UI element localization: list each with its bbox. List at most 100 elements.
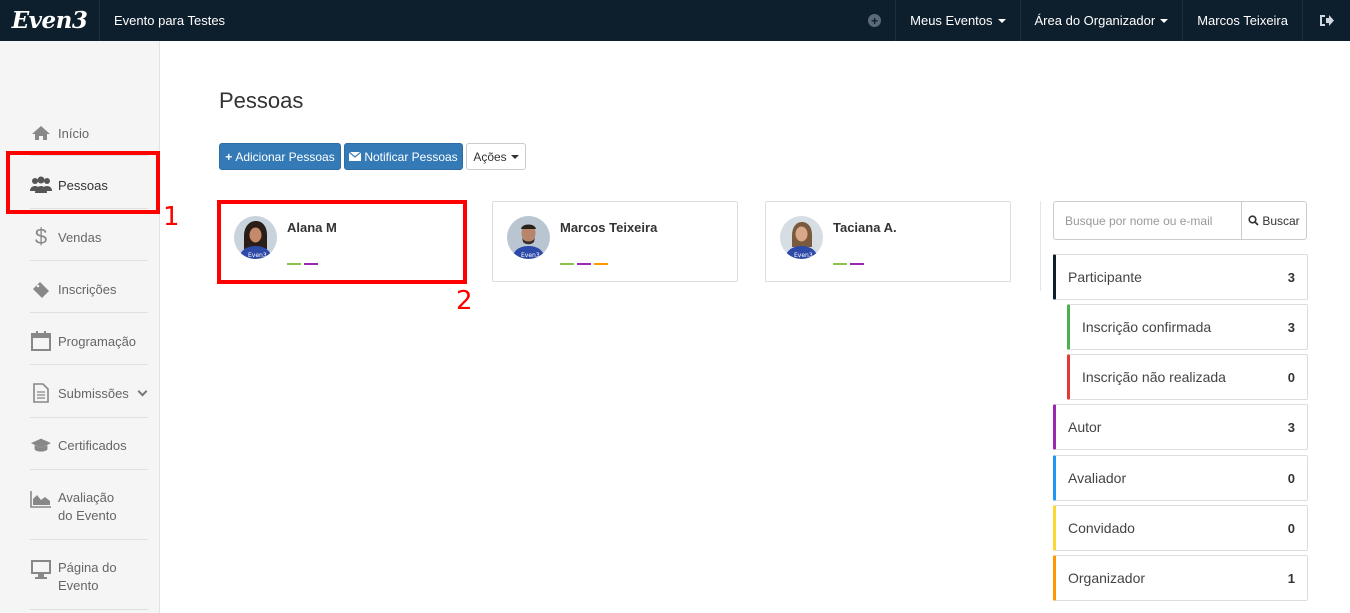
area-chart-icon	[30, 489, 52, 509]
even3-logo[interactable]: Even3	[0, 0, 100, 41]
filter-label: Inscrição confirmada	[1082, 319, 1212, 335]
sign-out-icon	[1320, 15, 1334, 26]
sidebar-item-inscricoes[interactable]: Inscrições	[30, 279, 148, 299]
sidebar-item-certificados[interactable]: Certificados	[30, 435, 148, 455]
sidebar-item-avaliacao[interactable]: Avaliação do Evento	[30, 489, 148, 525]
filter-label: Participante	[1068, 269, 1142, 285]
person-card[interactable]: Even3 Taciana A.	[765, 201, 1011, 282]
sidebar-divider	[30, 539, 148, 540]
user-menu[interactable]: Marcos Teixeira	[1182, 0, 1302, 41]
actions-dropdown[interactable]: Ações	[466, 143, 526, 170]
calendar-icon	[30, 331, 52, 351]
avatar: Even3	[507, 216, 550, 259]
label-line-2: Evento	[58, 578, 99, 593]
page-title: Pessoas	[219, 88, 304, 113]
sidebar-item-inicio[interactable]: Início	[30, 123, 148, 143]
document-icon	[30, 383, 52, 403]
actions-label: Ações	[473, 149, 507, 164]
ticket-icon	[30, 279, 52, 299]
sidebar-item-label: Início	[58, 125, 90, 141]
search-icon	[1248, 215, 1259, 226]
chevron-down-icon[interactable]	[137, 386, 148, 396]
sidebar-item-label: Vendas	[58, 229, 102, 245]
my-events-label: Meus Eventos	[910, 13, 993, 28]
filter-organizador[interactable]: Organizador 1	[1053, 555, 1308, 601]
user-name: Marcos Teixeira	[1197, 13, 1288, 28]
plus-circle-icon: +	[868, 14, 882, 27]
organizer-area-dropdown[interactable]: Área do Organizador	[1019, 0, 1183, 41]
sidebar-divider	[30, 364, 148, 365]
sidebar-divider	[30, 609, 148, 610]
plus-icon: +	[225, 149, 233, 164]
sidebar-divider	[30, 417, 148, 418]
filter-autor[interactable]: Autor 3	[1053, 404, 1308, 450]
label-line-1: Avaliação	[58, 490, 115, 505]
add-event-button[interactable]: +	[854, 0, 895, 41]
filter-participante[interactable]: Participante 3	[1053, 254, 1308, 300]
tag-participante	[560, 263, 574, 265]
sidebar-item-label: Certificados	[58, 437, 127, 453]
filter-inscricao-confirmada[interactable]: Inscrição confirmada 3	[1067, 304, 1308, 350]
person-name: Taciana A.	[833, 220, 897, 235]
dollar-icon: $	[34, 224, 48, 249]
sidebar-item-pagina-evento[interactable]: Página do Evento	[30, 559, 148, 595]
filter-count: 3	[1287, 269, 1295, 285]
my-events-dropdown[interactable]: Meus Eventos	[895, 0, 1019, 41]
sidebar-divider	[30, 260, 148, 261]
tag-organizador	[594, 263, 608, 265]
notify-people-label: Notificar Pessoas	[364, 149, 458, 164]
person-name: Marcos Teixeira	[560, 220, 658, 235]
annotation-box-2	[217, 200, 467, 284]
filter-count: 1	[1287, 570, 1295, 586]
search-group: Buscar	[1053, 201, 1307, 240]
label-line-1: Página do	[58, 560, 117, 575]
top-navbar: Even3 Evento para Testes + Meus Eventos …	[0, 0, 1350, 41]
event-name[interactable]: Evento para Testes	[100, 13, 854, 28]
filter-label: Convidado	[1068, 520, 1135, 536]
notify-people-button[interactable]: Notificar Pessoas	[344, 143, 463, 170]
annotation-box-1	[6, 151, 160, 214]
filter-count: 0	[1287, 520, 1295, 536]
avatar: Even3	[780, 216, 823, 259]
sidebar: Início Pessoas $ Vendas Inscrições Progr…	[0, 41, 160, 613]
person-card[interactable]: Even3 Marcos Teixeira	[492, 201, 738, 282]
tag-autor	[850, 263, 864, 265]
filter-label: Avaliador	[1068, 470, 1127, 486]
sidebar-item-programacao[interactable]: Programação	[30, 331, 148, 351]
sidebar-item-submissoes[interactable]: Submissões	[30, 383, 148, 403]
annotation-label-1: 1	[163, 202, 180, 232]
search-input[interactable]	[1053, 201, 1241, 240]
filter-avaliador[interactable]: Avaliador 0	[1053, 455, 1308, 501]
sidebar-divider	[30, 312, 148, 313]
caret-down-icon	[997, 18, 1006, 23]
filter-convidado[interactable]: Convidado 0	[1053, 505, 1308, 551]
caret-down-icon	[1160, 18, 1169, 23]
label-line-2: do Evento	[58, 508, 117, 523]
filter-label: Autor	[1068, 419, 1102, 435]
annotation-label-2: 2	[456, 286, 473, 316]
filter-count: 0	[1287, 470, 1295, 486]
filter-inscricao-nao-realizada[interactable]: Inscrição não realizada 0	[1067, 354, 1308, 400]
divider	[1040, 201, 1041, 291]
filter-label: Organizador	[1068, 570, 1146, 586]
person-tags	[560, 263, 608, 265]
logout-button[interactable]	[1302, 0, 1350, 41]
add-people-button[interactable]: + Adicionar Pessoas	[219, 143, 341, 170]
graduation-cap-icon	[30, 435, 52, 455]
sidebar-divider	[30, 469, 148, 470]
sidebar-item-label: Página do Evento	[58, 559, 117, 595]
svg-text:Even3: Even3	[521, 252, 540, 259]
add-people-label: Adicionar Pessoas	[235, 149, 335, 164]
filter-count: 0	[1287, 369, 1295, 385]
filter-label: Inscrição não realizada	[1082, 369, 1226, 385]
search-button[interactable]: Buscar	[1241, 201, 1307, 240]
home-icon	[30, 123, 52, 143]
sidebar-item-label: Inscrições	[58, 281, 117, 297]
envelope-icon	[349, 152, 362, 161]
sidebar-item-vendas[interactable]: $ Vendas	[30, 224, 148, 249]
search-button-label: Buscar	[1262, 213, 1300, 228]
sidebar-item-label: Programação	[58, 333, 137, 349]
monitor-icon	[30, 559, 52, 579]
caret-down-icon	[510, 154, 519, 159]
sidebar-item-label: Avaliação do Evento	[58, 489, 117, 525]
